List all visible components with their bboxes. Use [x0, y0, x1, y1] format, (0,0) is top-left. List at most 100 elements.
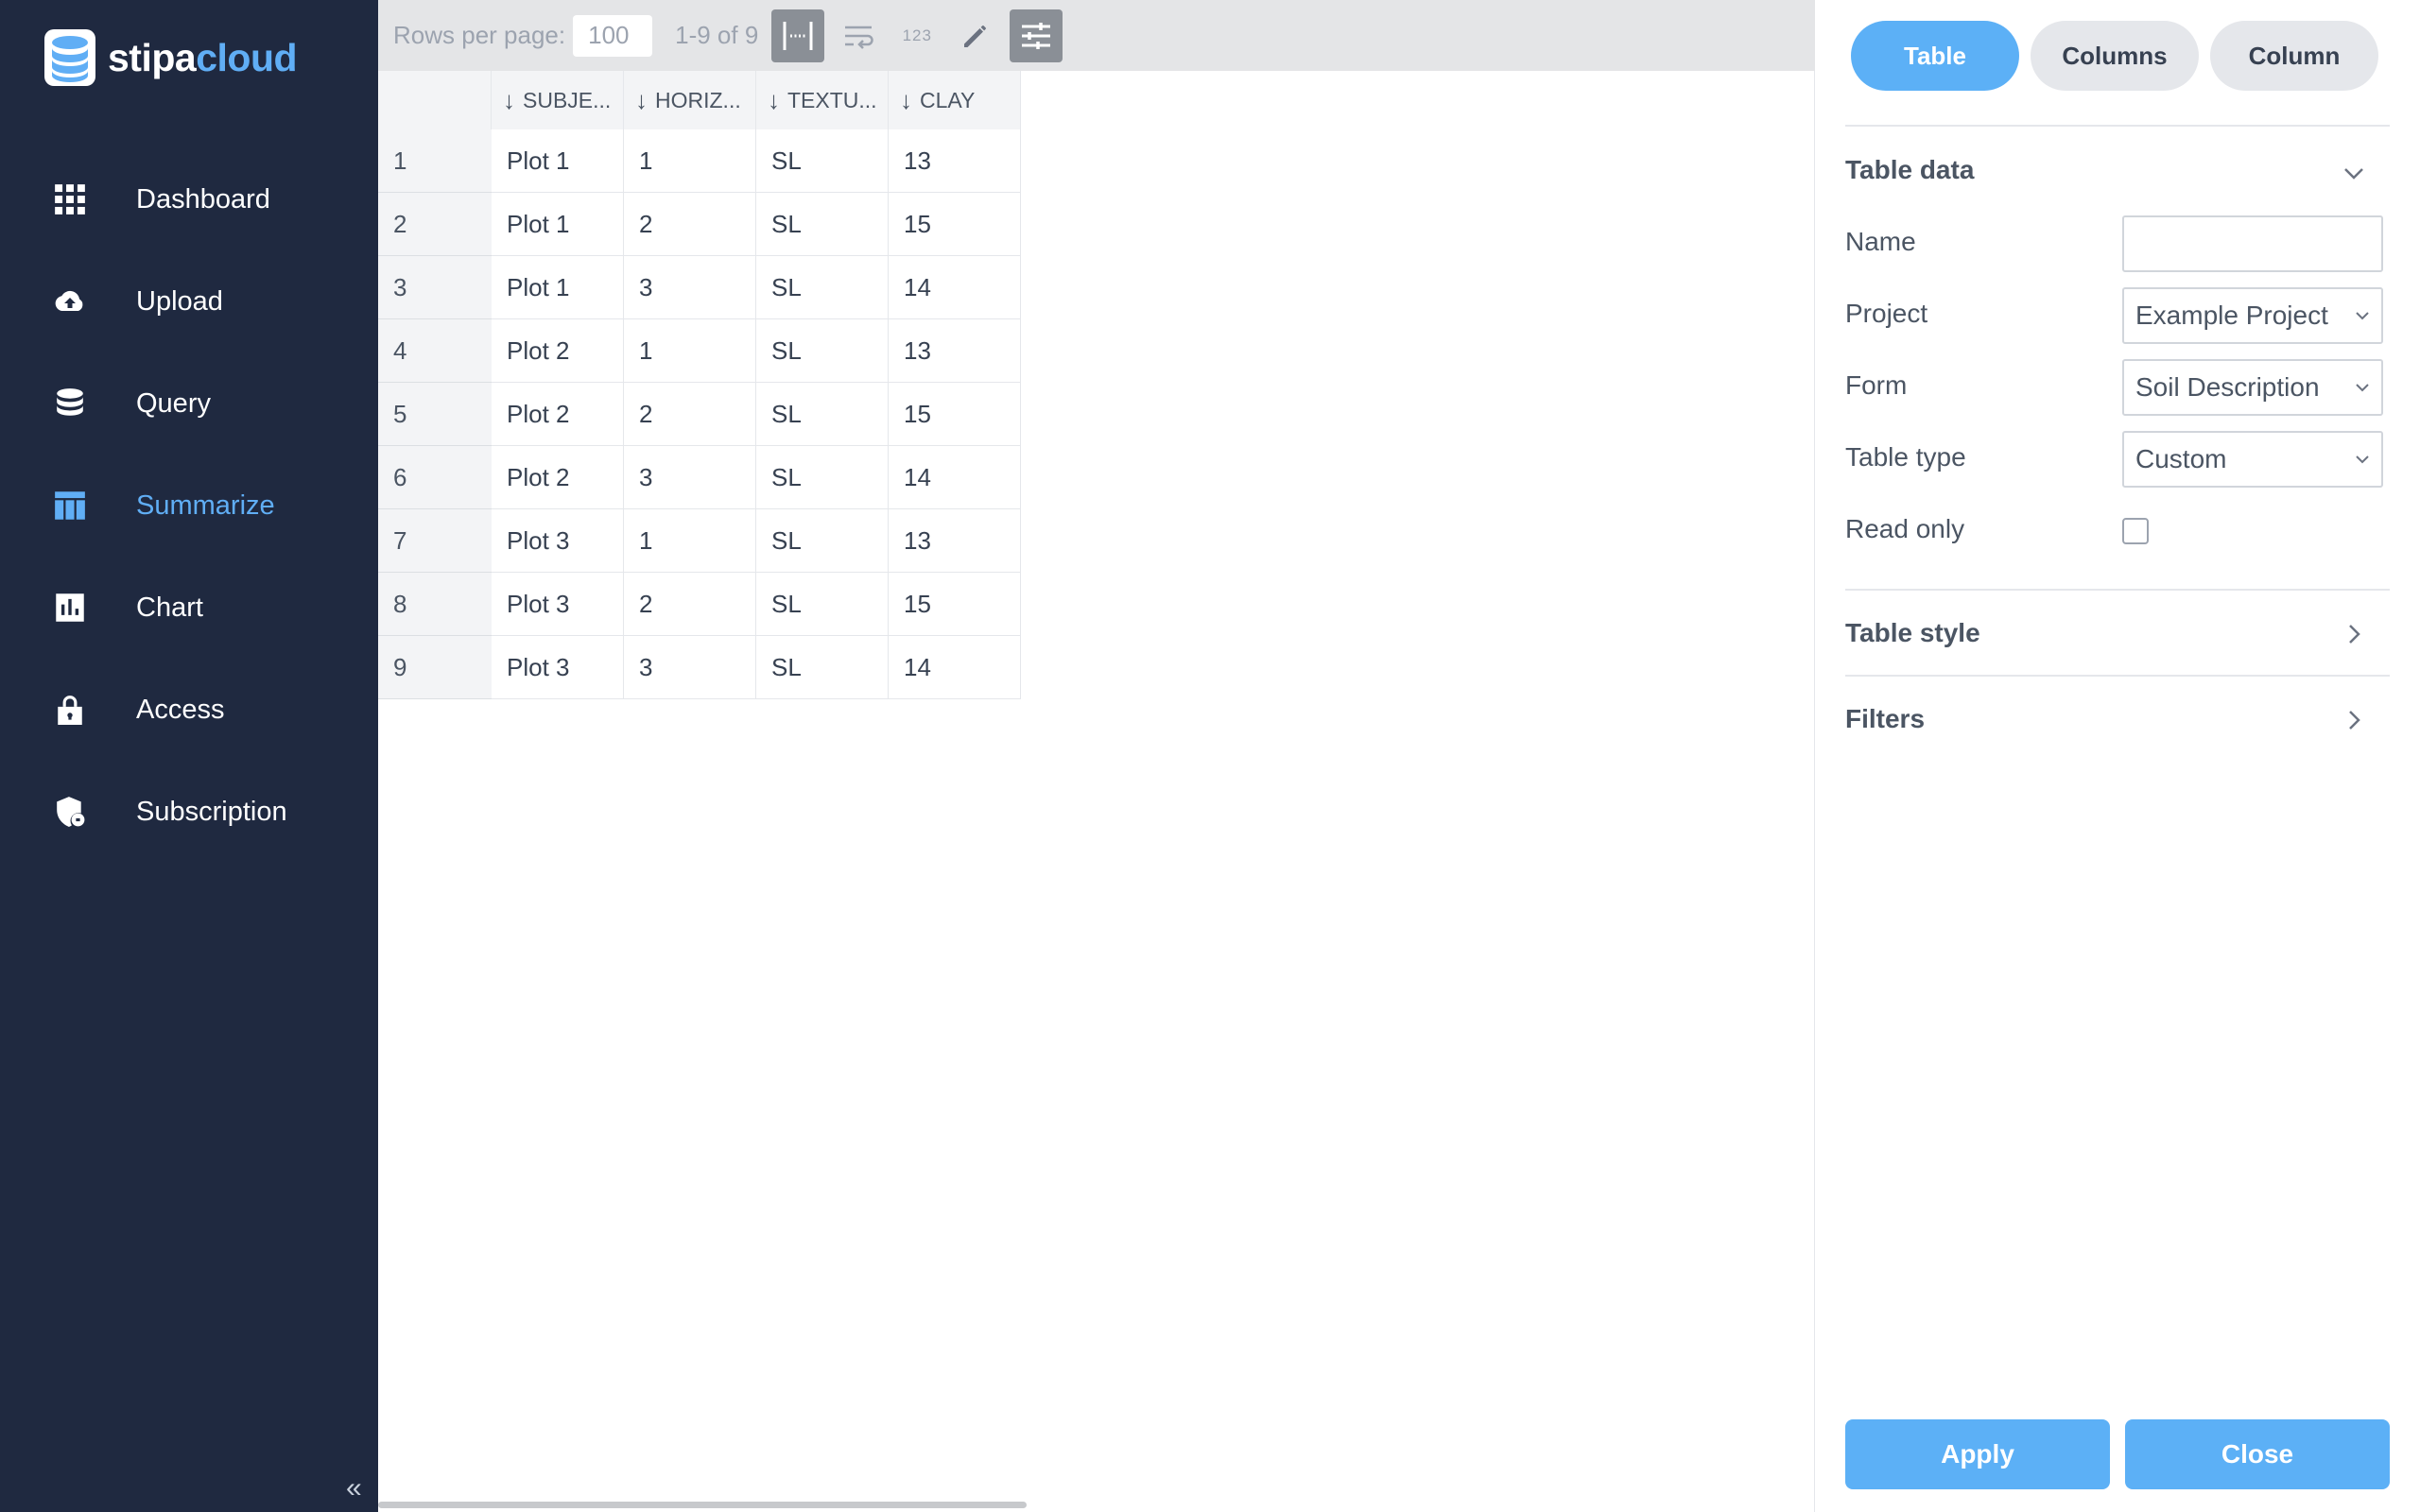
sidebar-item-access[interactable]: Access	[0, 659, 378, 761]
table-cell[interactable]: 1	[624, 509, 756, 573]
logo-text-part2: cloud	[196, 35, 298, 79]
tab-table[interactable]: Table	[1851, 21, 2019, 91]
table-cell[interactable]: 13	[889, 509, 1021, 573]
table-cell[interactable]: 1	[624, 319, 756, 383]
grid-corner	[378, 71, 492, 129]
column-header[interactable]: ↓ CLAY	[889, 71, 1021, 129]
column-header-label: HORIZ...	[655, 87, 741, 112]
table-settings-button[interactable]	[1010, 9, 1063, 62]
table-data-title[interactable]: Table data	[1845, 155, 1974, 185]
name-input[interactable]	[2122, 215, 2383, 272]
table-cell[interactable]: SL	[756, 319, 889, 383]
filters-title[interactable]: Filters	[1845, 704, 1925, 734]
project-select-value: Example Project	[2135, 301, 2328, 330]
close-button[interactable]: Close	[2125, 1419, 2390, 1489]
table-cell[interactable]: Plot 1	[492, 193, 624, 256]
column-header-label: CLAY	[920, 87, 976, 112]
table-style-title[interactable]: Table style	[1845, 618, 1980, 648]
table-cell[interactable]: 15	[889, 193, 1021, 256]
tab-columns[interactable]: Columns	[2031, 21, 2199, 91]
chevron-down-icon[interactable]	[2340, 159, 2368, 187]
table-cell[interactable]: 14	[889, 256, 1021, 319]
table-icon	[50, 486, 90, 525]
sidebar-item-dashboard[interactable]: Dashboard	[0, 148, 378, 250]
logo-text-part1: stipa	[108, 35, 197, 79]
edit-button[interactable]	[949, 9, 1002, 62]
wrap-text-button[interactable]	[832, 9, 885, 62]
read-only-checkbox[interactable]	[2122, 518, 2149, 544]
number-format-icon: 123	[902, 26, 932, 44]
column-header[interactable]: ↓ SUBJE...	[492, 71, 624, 129]
tab-column[interactable]: Column	[2210, 21, 2378, 91]
sidebar-item-summarize[interactable]: Summarize	[0, 455, 378, 557]
sidebar-item-chart[interactable]: Chart	[0, 557, 378, 659]
table-row: 5 Plot 2 2 SL 15	[378, 383, 1021, 446]
column-header-label: TEXTU...	[787, 87, 877, 112]
table-cell[interactable]: 3	[624, 256, 756, 319]
rows-per-page-input[interactable]: 100	[573, 14, 653, 57]
table-cell[interactable]: SL	[756, 383, 889, 446]
table-cell[interactable]: 3	[624, 636, 756, 699]
fit-columns-button[interactable]	[771, 9, 825, 62]
row-number: 7	[378, 509, 492, 573]
table-cell[interactable]: 14	[889, 636, 1021, 699]
sidebar-item-label: Chart	[136, 592, 203, 623]
table-cell[interactable]: Plot 1	[492, 129, 624, 193]
row-number: 4	[378, 319, 492, 383]
sidebar-item-upload[interactable]: Upload	[0, 250, 378, 352]
table-cell[interactable]: 2	[624, 383, 756, 446]
chevron-right-icon[interactable]	[2340, 706, 2368, 734]
collapse-sidebar-icon[interactable]: «	[346, 1474, 362, 1503]
table-cell[interactable]: SL	[756, 636, 889, 699]
table-cell[interactable]: 2	[624, 193, 756, 256]
table-type-label: Table type	[1845, 442, 1966, 472]
sidebar: stipacloud Dashboard Upload Query Summar…	[0, 0, 378, 1512]
fit-columns-icon	[783, 21, 813, 50]
bar-chart-icon	[50, 588, 90, 627]
row-number: 3	[378, 256, 492, 319]
table-cell[interactable]: SL	[756, 573, 889, 636]
table-cell[interactable]: 13	[889, 319, 1021, 383]
table-cell[interactable]: 3	[624, 446, 756, 509]
table-cell[interactable]: 14	[889, 446, 1021, 509]
column-header-label: SUBJE...	[523, 87, 612, 112]
table-type-select[interactable]: Custom	[2122, 431, 2383, 488]
table-cell[interactable]: 1	[624, 129, 756, 193]
table-cell[interactable]: 15	[889, 573, 1021, 636]
table-cell[interactable]: SL	[756, 256, 889, 319]
table-cell[interactable]: SL	[756, 129, 889, 193]
table-cell[interactable]: Plot 1	[492, 256, 624, 319]
chevron-down-icon	[2356, 455, 2369, 464]
chevron-right-icon[interactable]	[2340, 620, 2368, 648]
grid-icon	[50, 180, 90, 219]
table-cell[interactable]: Plot 3	[492, 636, 624, 699]
shield-icon	[50, 792, 90, 832]
form-select[interactable]: Soil Description	[2122, 359, 2383, 416]
pencil-icon	[964, 25, 987, 47]
table-cell[interactable]: Plot 2	[492, 446, 624, 509]
number-format-button[interactable]: 123	[890, 9, 943, 62]
project-select[interactable]: Example Project	[2122, 287, 2383, 344]
logo[interactable]: stipacloud	[43, 28, 298, 87]
table-cell[interactable]: Plot 2	[492, 319, 624, 383]
table-cell[interactable]: Plot 2	[492, 383, 624, 446]
column-header[interactable]: ↓ HORIZ...	[624, 71, 756, 129]
divider	[1845, 675, 2390, 677]
table-cell[interactable]: SL	[756, 446, 889, 509]
table-cell[interactable]: Plot 3	[492, 573, 624, 636]
apply-button[interactable]: Apply	[1845, 1419, 2110, 1489]
table-cell[interactable]: Plot 3	[492, 509, 624, 573]
table-cell[interactable]: SL	[756, 193, 889, 256]
row-number: 5	[378, 383, 492, 446]
table-cell[interactable]: 15	[889, 383, 1021, 446]
table-row: 3 Plot 1 3 SL 14	[378, 256, 1021, 319]
horizontal-scrollbar[interactable]	[378, 1502, 1027, 1508]
sidebar-item-subscription[interactable]: Subscription	[0, 761, 378, 863]
row-number: 2	[378, 193, 492, 256]
table-cell[interactable]: 2	[624, 573, 756, 636]
table-cell[interactable]: SL	[756, 509, 889, 573]
sidebar-nav: Dashboard Upload Query Summarize Chart A…	[0, 148, 378, 863]
column-header[interactable]: ↓ TEXTU...	[756, 71, 889, 129]
sidebar-item-query[interactable]: Query	[0, 352, 378, 455]
table-cell[interactable]: 13	[889, 129, 1021, 193]
